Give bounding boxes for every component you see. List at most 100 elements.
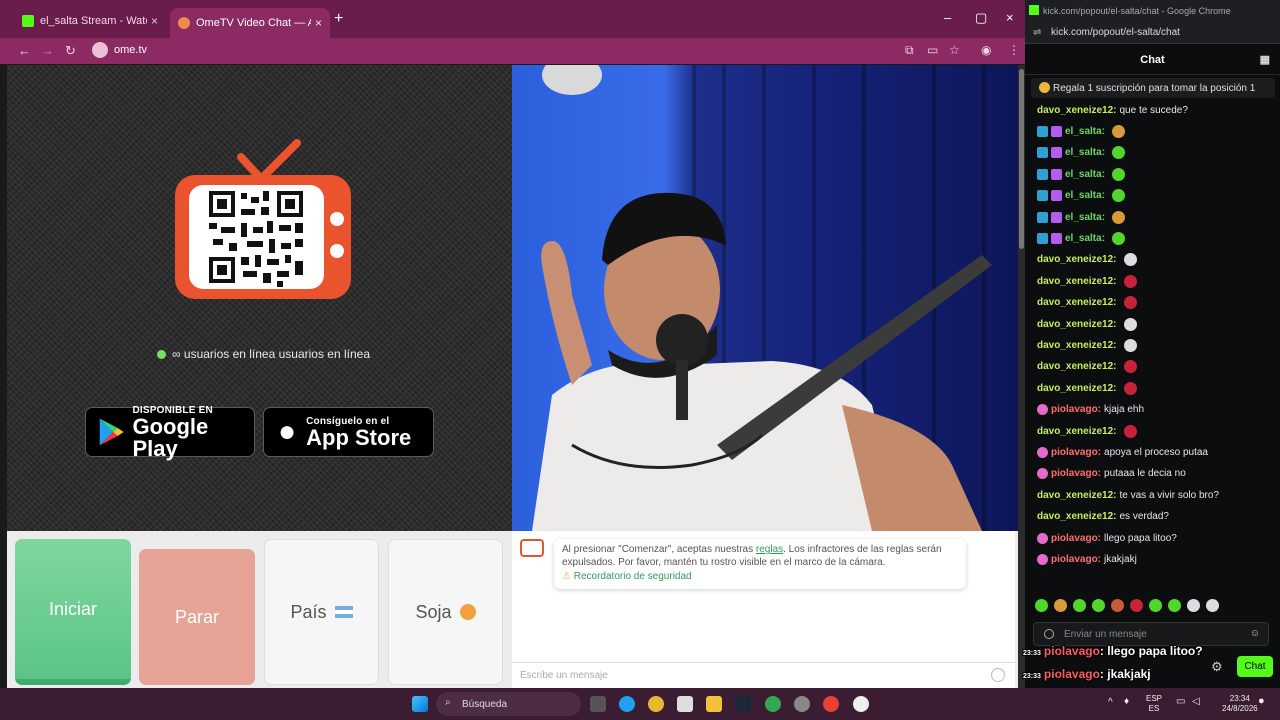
new-tab-button[interactable]: +	[334, 10, 343, 28]
tab-ometv[interactable]: OmeTV Video Chat — Alternative ×	[170, 8, 330, 38]
mic-badge-icon	[1051, 125, 1062, 137]
notifications-icon[interactable]: ●	[1258, 696, 1265, 707]
obs-icon[interactable]	[853, 696, 869, 712]
emote-icon[interactable]	[1168, 599, 1181, 612]
emote-icon[interactable]	[1130, 599, 1143, 612]
chat-username[interactable]: el_salta:	[1065, 233, 1105, 244]
chat-emote-icon	[1123, 338, 1137, 352]
maximize-button[interactable]: ▢	[975, 10, 987, 26]
app-icon[interactable]	[794, 696, 810, 712]
page-scrollbar[interactable]	[1018, 65, 1025, 688]
language-layout: ES	[1148, 704, 1160, 713]
profile-icon[interactable]: ◉	[981, 43, 991, 57]
chat-username[interactable]: piolavago:	[1051, 468, 1101, 479]
forward-icon[interactable]: →	[41, 43, 54, 58]
chat-username[interactable]: davo_xeneize12:	[1037, 254, 1117, 265]
verified-badge-icon	[1037, 168, 1048, 180]
windows-start-icon[interactable]	[412, 696, 428, 712]
taskbar-search[interactable]: ⌕ Búsqueda	[436, 692, 581, 716]
pinned-subscription-banner[interactable]: Regala 1 suscripción para tomar la posic…	[1031, 78, 1275, 98]
chat-message: piolavago: kjaja ehh	[1037, 402, 1144, 418]
chat-username[interactable]: piolavago:	[1051, 447, 1101, 458]
rules-link[interactable]: reglas	[756, 544, 783, 555]
chat-username[interactable]: davo_xeneize12:	[1037, 319, 1117, 330]
chat-username[interactable]: davo_xeneize12:	[1037, 383, 1117, 394]
google-play-button[interactable]: DISPONIBLE EN Google Play	[85, 405, 255, 459]
emote-icon[interactable]	[1187, 599, 1200, 612]
steam-icon[interactable]	[735, 696, 751, 712]
minimize-button[interactable]: –	[944, 10, 951, 25]
close-tab-icon[interactable]: ×	[151, 14, 158, 28]
chat-username[interactable]: davo_xeneize12:	[1037, 511, 1117, 522]
chat-url-bar[interactable]: ⇌ kick.com/popout/el-salta/chat	[1025, 22, 1280, 44]
task-view-icon[interactable]	[590, 696, 606, 712]
gear-icon[interactable]: ⚙	[1211, 659, 1223, 675]
chat-username[interactable]: davo_xeneize12:	[1037, 340, 1117, 351]
reload-icon[interactable]: ↻	[65, 43, 76, 59]
start-button[interactable]: Iniciar	[15, 539, 131, 685]
country-filter-button[interactable]: País	[264, 539, 379, 685]
chrome-icon[interactable]	[648, 696, 664, 712]
back-icon[interactable]: ←	[18, 43, 31, 58]
emote-icon[interactable]	[1073, 599, 1086, 612]
url-field[interactable]: ome.tv	[92, 42, 147, 58]
emote-icon[interactable]	[1149, 599, 1162, 612]
emoji-icon[interactable]	[991, 668, 1005, 682]
overlay-text: : jkakjakj	[1099, 667, 1151, 681]
clock[interactable]: 23:34 24/8/2026	[1222, 694, 1258, 714]
stop-button[interactable]: Parar	[139, 549, 255, 685]
chat-username[interactable]: piolavago:	[1051, 533, 1101, 544]
menu-icon[interactable]: ⋮	[1008, 43, 1020, 57]
chat-username[interactable]: el_salta:	[1065, 169, 1105, 180]
chat-username[interactable]: davo_xeneize12:	[1037, 276, 1117, 287]
chat-username[interactable]: el_salta:	[1065, 147, 1105, 158]
emote-icon[interactable]	[1111, 599, 1124, 612]
translate-icon[interactable]: ⧉	[905, 43, 914, 58]
chat-settings-icon[interactable]: ▦	[1260, 53, 1270, 66]
chat-username[interactable]: davo_xeneize12:	[1037, 105, 1117, 116]
send-chat-button[interactable]: Chat	[1237, 656, 1273, 677]
chrome-profile-icon[interactable]	[765, 696, 781, 712]
emote-icon[interactable]	[1206, 599, 1219, 612]
site-info-icon[interactable]: ⇌	[1033, 27, 1041, 38]
chat-username[interactable]: piolavago:	[1051, 404, 1101, 415]
chat-username[interactable]: davo_xeneize12:	[1037, 426, 1117, 437]
emote-icon[interactable]	[1035, 599, 1048, 612]
chat-message: davo_xeneize12:	[1037, 423, 1137, 439]
tray-chevron-icon[interactable]: ^	[1108, 698, 1113, 708]
tab-kick-stream[interactable]: el_salta Stream - Watch Live on Kick ×	[14, 8, 166, 34]
store-icon[interactable]	[677, 696, 693, 712]
chat-username[interactable]: davo_xeneize12:	[1037, 297, 1117, 308]
language-indicator[interactable]: ESP ES	[1146, 694, 1162, 714]
emote-icon[interactable]	[1054, 599, 1067, 612]
mic-icon[interactable]: ♦	[1124, 697, 1129, 707]
chat-username[interactable]: piolavago:	[1051, 554, 1101, 565]
mic-badge-icon	[1051, 147, 1062, 159]
volume-icon[interactable]: ◁	[1192, 697, 1200, 707]
emoji-picker-icon[interactable]: ☺	[1250, 628, 1260, 639]
chat-username[interactable]: davo_xeneize12:	[1037, 490, 1117, 501]
safety-reminder-link[interactable]: ⚠ Recordatorio de seguridad	[562, 570, 958, 583]
cast-icon[interactable]: ▭	[927, 43, 938, 57]
chat-username[interactable]: el_salta:	[1065, 190, 1105, 201]
close-window-button[interactable]: ×	[1006, 10, 1014, 25]
ometv-message-input[interactable]: Escribe un mensaje	[512, 662, 1015, 688]
network-icon[interactable]: ▭	[1176, 697, 1185, 707]
chat-message: el_salta:	[1037, 230, 1126, 246]
gender-filter-button[interactable]: Soja	[388, 539, 503, 685]
chat-emote-icon	[1123, 253, 1137, 267]
chrome-active-icon[interactable]	[823, 696, 839, 712]
edge-icon[interactable]	[619, 696, 635, 712]
chat-message-input[interactable]: Enviar un mensaje ☺	[1033, 622, 1269, 646]
chat-username[interactable]: davo_xeneize12:	[1037, 361, 1117, 372]
file-explorer-icon[interactable]	[706, 696, 722, 712]
close-tab-icon[interactable]: ×	[315, 16, 322, 30]
bookmark-star-icon[interactable]: ☆	[949, 43, 960, 57]
chat-emote-icon	[1112, 167, 1126, 181]
app-store-button[interactable]: ● Consíguelo en el App Store	[263, 407, 434, 457]
chat-message: davo_xeneize12:	[1037, 359, 1137, 375]
site-info-icon[interactable]	[92, 42, 108, 58]
emote-icon[interactable]	[1092, 599, 1105, 612]
chat-username[interactable]: el_salta:	[1065, 126, 1105, 137]
chat-username[interactable]: el_salta:	[1065, 212, 1105, 223]
